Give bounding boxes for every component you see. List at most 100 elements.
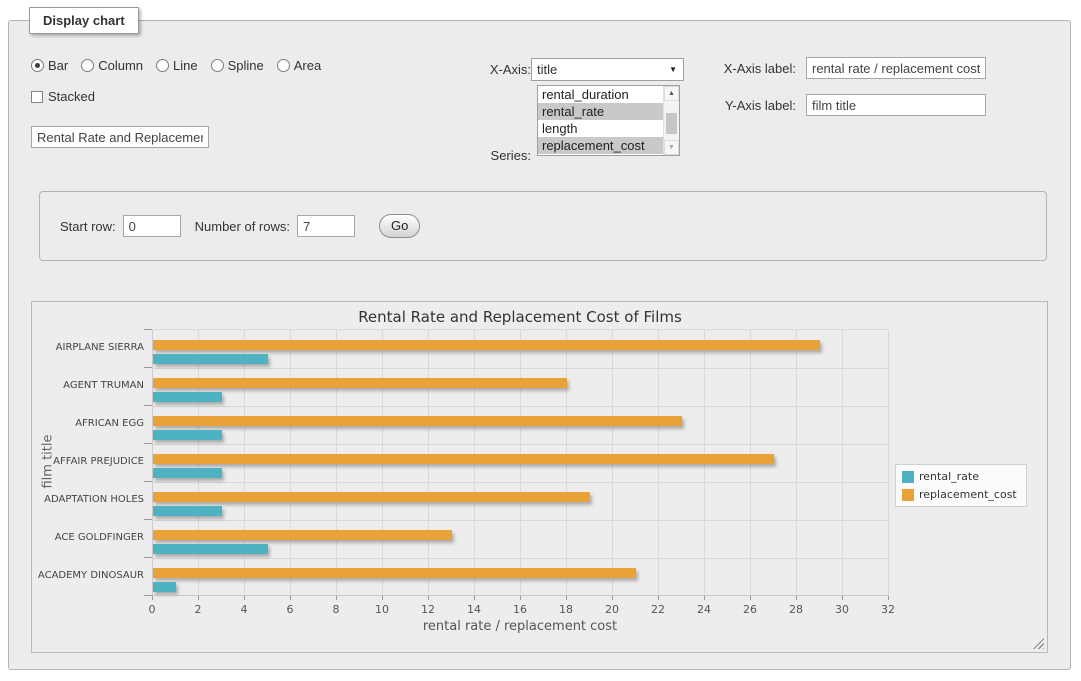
bar-rental_rate[interactable] bbox=[153, 582, 176, 592]
start-row-input[interactable] bbox=[123, 215, 181, 237]
bar-rental_rate[interactable] bbox=[153, 392, 222, 402]
x-tick-label: 2 bbox=[178, 603, 218, 616]
scrollbar-thumb[interactable] bbox=[666, 113, 677, 134]
x-tick-mark bbox=[796, 596, 797, 600]
rows-sub-panel: Start row: Number of rows: Go bbox=[39, 191, 1047, 261]
series-scrollbar[interactable]: ▲ ▼ bbox=[663, 86, 679, 155]
bar-rental_rate[interactable] bbox=[153, 430, 222, 440]
legend-item-rental_rate[interactable]: rental_rate bbox=[902, 470, 1017, 483]
bar-rental_rate[interactable] bbox=[153, 544, 268, 554]
x-tick-mark bbox=[658, 596, 659, 600]
series-option-replacement_cost[interactable]: replacement_cost bbox=[538, 137, 663, 154]
x-tick-mark bbox=[244, 596, 245, 600]
x-tick-label: 30 bbox=[822, 603, 862, 616]
bar-replacement_cost[interactable] bbox=[153, 378, 567, 388]
number-of-rows-input[interactable] bbox=[297, 215, 355, 237]
x-tick-label: 6 bbox=[270, 603, 310, 616]
stacked-label: Stacked bbox=[48, 89, 95, 104]
y-category-label: AFRICAN EGG bbox=[32, 405, 144, 443]
chart-type-option-line[interactable]: Line bbox=[156, 58, 198, 73]
chart-title: Rental Rate and Replacement Cost of Film… bbox=[152, 308, 888, 326]
bar-rental_rate[interactable] bbox=[153, 354, 268, 364]
series-option-rental_rate[interactable]: rental_rate bbox=[538, 103, 663, 120]
stacked-row: Stacked bbox=[31, 89, 95, 104]
bar-replacement_cost[interactable] bbox=[153, 416, 682, 426]
y-tick-mark bbox=[144, 595, 152, 596]
scroll-down-icon[interactable]: ▼ bbox=[664, 140, 679, 155]
series-option-length[interactable]: length bbox=[538, 120, 663, 137]
y-tick-mark bbox=[144, 557, 152, 558]
x-tick-mark bbox=[888, 596, 889, 600]
x-tick-mark bbox=[704, 596, 705, 600]
bar-replacement_cost[interactable] bbox=[153, 530, 452, 540]
series-option-rental_duration[interactable]: rental_duration bbox=[538, 86, 663, 103]
gridline bbox=[842, 330, 843, 595]
y-tick-mark bbox=[144, 519, 152, 520]
y-axis-label-input[interactable] bbox=[806, 94, 986, 116]
band-separator bbox=[152, 368, 888, 369]
number-of-rows-label: Number of rows: bbox=[195, 219, 290, 234]
plot-area bbox=[152, 329, 888, 595]
chart-type-option-spline[interactable]: Spline bbox=[211, 58, 264, 73]
bar-replacement_cost[interactable] bbox=[153, 454, 774, 464]
y-category-label: AFFAIR PREJUDICE bbox=[32, 443, 144, 481]
bar-replacement_cost[interactable] bbox=[153, 340, 820, 350]
chart-type-option-label: Line bbox=[173, 58, 198, 73]
chart-type-option-area[interactable]: Area bbox=[277, 58, 321, 73]
x-tick-mark bbox=[428, 596, 429, 600]
bar-rental_rate[interactable] bbox=[153, 506, 222, 516]
display-chart-panel: Display chart BarColumnLineSplineArea St… bbox=[8, 20, 1071, 670]
chart-type-option-label: Spline bbox=[228, 58, 264, 73]
x-tick-mark bbox=[382, 596, 383, 600]
x-tick-label: 10 bbox=[362, 603, 402, 616]
radio-icon bbox=[211, 59, 224, 72]
y-tick-mark bbox=[144, 443, 152, 444]
band-separator bbox=[152, 444, 888, 445]
chart-type-option-label: Area bbox=[294, 58, 321, 73]
x-tick-mark bbox=[152, 596, 153, 600]
chart-type-option-column[interactable]: Column bbox=[81, 58, 143, 73]
series-select-label: Series: bbox=[441, 148, 531, 163]
radio-icon bbox=[156, 59, 169, 72]
gridline bbox=[796, 330, 797, 595]
y-category-label: AGENT TRUMAN bbox=[32, 367, 144, 405]
bar-replacement_cost[interactable] bbox=[153, 568, 636, 578]
bar-replacement_cost[interactable] bbox=[153, 492, 590, 502]
y-category-label: AIRPLANE SIERRA bbox=[32, 329, 144, 367]
chart: Rental Rate and Replacement Cost of Film… bbox=[31, 301, 1048, 653]
bar-rental_rate[interactable] bbox=[153, 468, 222, 478]
y-category-label: ADAPTATION HOLES bbox=[32, 481, 144, 519]
scroll-up-icon[interactable]: ▲ bbox=[664, 86, 679, 101]
chart-type-option-bar[interactable]: Bar bbox=[31, 58, 68, 73]
x-tick-mark bbox=[612, 596, 613, 600]
x-tick-mark bbox=[520, 596, 521, 600]
legend-item-replacement_cost[interactable]: replacement_cost bbox=[902, 488, 1017, 501]
x-tick-label: 12 bbox=[408, 603, 448, 616]
start-row-label: Start row: bbox=[60, 219, 116, 234]
x-tick-mark bbox=[290, 596, 291, 600]
x-axis-selected-value: title bbox=[537, 62, 557, 77]
y-tick-mark bbox=[144, 329, 152, 330]
band-separator bbox=[152, 558, 888, 559]
panel-title-tab: Display chart bbox=[29, 7, 139, 34]
chart-title-input[interactable] bbox=[31, 126, 209, 148]
series-listbox-options: rental_durationrental_ratelengthreplacem… bbox=[538, 86, 679, 154]
chart-type-group: Bar Column Line Spline Area bbox=[31, 58, 321, 73]
legend-swatch bbox=[902, 489, 914, 501]
x-tick-mark bbox=[750, 596, 751, 600]
x-axis-select[interactable]: title ▼ bbox=[531, 58, 684, 81]
x-tick-label: 0 bbox=[132, 603, 172, 616]
resize-handle-icon[interactable] bbox=[1033, 638, 1044, 649]
gridline bbox=[888, 330, 889, 595]
legend-label: rental_rate bbox=[919, 470, 979, 483]
x-tick-label: 16 bbox=[500, 603, 540, 616]
x-axis-label-input[interactable] bbox=[806, 57, 986, 79]
stacked-checkbox[interactable] bbox=[31, 91, 43, 103]
go-button[interactable]: Go bbox=[379, 214, 420, 238]
x-tick-label: 26 bbox=[730, 603, 770, 616]
x-tick-label: 22 bbox=[638, 603, 678, 616]
legend-swatch bbox=[902, 471, 914, 483]
y-tick-mark bbox=[144, 367, 152, 368]
y-axis-label-field-label: Y-Axis label: bbox=[699, 98, 796, 113]
series-listbox[interactable]: rental_durationrental_ratelengthreplacem… bbox=[537, 85, 680, 156]
